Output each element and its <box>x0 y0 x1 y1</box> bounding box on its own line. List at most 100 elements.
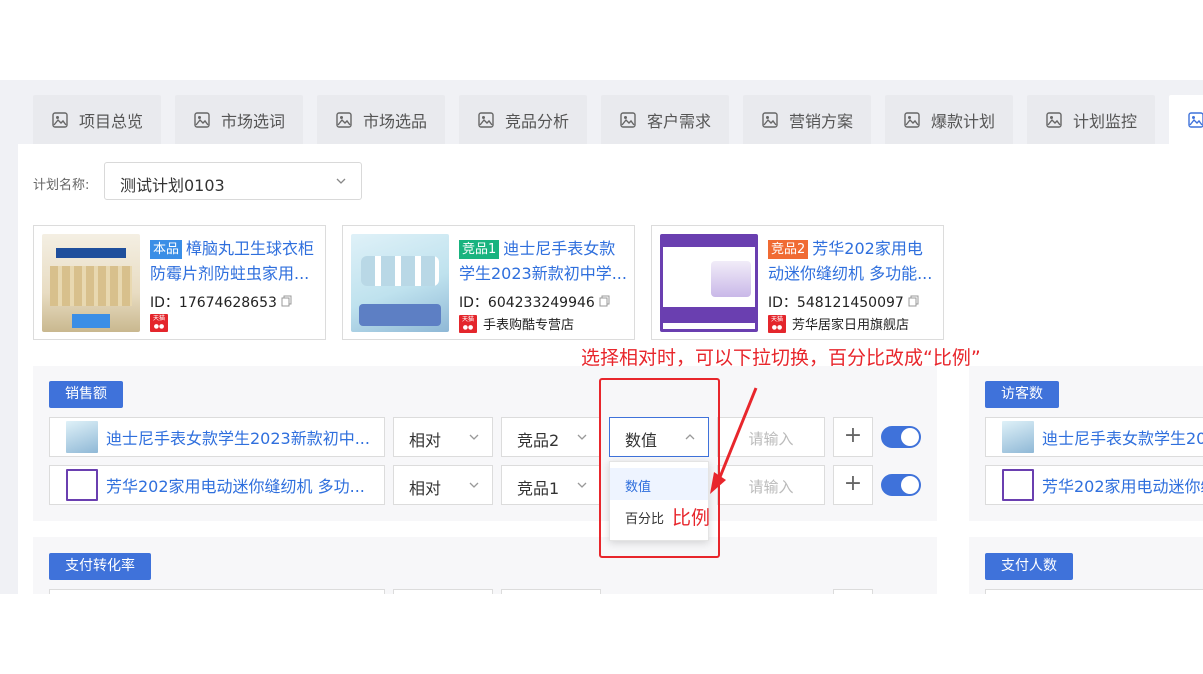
mode-select[interactable]: 相对 <box>393 465 493 505</box>
tab-label: 计划监控 <box>1073 112 1138 131</box>
mode-select-value: 相对 <box>409 479 442 498</box>
tab-label: 市场选品 <box>363 112 428 131</box>
product-image <box>660 234 758 332</box>
chevron-down-icon <box>577 434 587 440</box>
target-select[interactable]: 竞品2 <box>501 417 601 457</box>
product-image <box>351 234 449 332</box>
tab-marketing-plan[interactable]: 营销方案 <box>743 95 871 145</box>
product-image <box>42 234 140 332</box>
product-thumbnail <box>66 421 98 453</box>
product-id-text: ID：17674628653 <box>150 295 277 311</box>
mode-select[interactable]: 相对 <box>393 417 493 457</box>
tmall-icon: 天猫 ●● <box>459 314 477 333</box>
row-product-text: 芳华202家用电动迷你缝 <box>1042 477 1203 496</box>
product-card-competitor-1[interactable]: 竞品1 迪士尼手表女款学生2023新款初中学... ID：604233249946… <box>342 225 635 340</box>
product-title[interactable]: 竞品2 芳华202家用电动迷你缝纫机 多功能... <box>768 236 938 288</box>
tab-label: 市场选词 <box>221 112 286 131</box>
copy-icon[interactable] <box>281 295 292 307</box>
target-select-value: 竞品2 <box>517 431 560 450</box>
row-product-select[interactable] <box>49 589 385 594</box>
tmall-icon: 天猫 ●● <box>150 314 168 332</box>
tab-label: 爆款计划 <box>931 112 996 131</box>
image-icon <box>336 112 352 128</box>
annotation-ratio-label: 比例 <box>672 507 711 529</box>
plan-select-value: 测试计划0103 <box>120 176 225 195</box>
copy-icon[interactable] <box>599 295 610 307</box>
product-thumbnail <box>66 469 98 501</box>
product-store: 天猫 ●● <box>150 314 174 332</box>
row-product-text: 芳华202家用电动迷你缝纫机 多功... <box>106 477 365 496</box>
image-icon <box>194 112 210 128</box>
metric-payers-button[interactable]: 支付人数 <box>985 553 1073 580</box>
tab-label: 竞品分析 <box>505 112 570 131</box>
image-icon <box>1188 112 1203 128</box>
image-icon <box>1046 112 1062 128</box>
product-thumbnail <box>1002 469 1034 501</box>
image-icon <box>904 112 920 128</box>
enable-toggle[interactable] <box>881 426 921 448</box>
add-row-button[interactable]: + <box>833 417 873 457</box>
product-title[interactable]: 竞品1 迪士尼手表女款学生2023新款初中学... <box>459 236 629 288</box>
tab-label: 客户需求 <box>647 112 712 131</box>
store-name: 手表购酷专营店 <box>483 318 575 333</box>
product-store: 天猫 ●● 芳华居家日用旗舰店 <box>768 314 909 333</box>
row-product-select[interactable]: 芳华202家用电动迷你缝纫机 多功... <box>49 465 385 505</box>
product-id: ID：17674628653 <box>150 292 292 312</box>
annotation-text: 选择相对时，可以下拉切换，百分比改成“比例” <box>581 347 981 369</box>
product-title[interactable]: 本品 樟脑丸卫生球衣柜防霉片剂防蛀虫家用... <box>150 236 320 288</box>
product-store: 天猫 ●● 手表购酷专营店 <box>459 314 574 333</box>
target-select-value: 竞品1 <box>517 479 560 498</box>
chevron-down-icon <box>336 178 346 184</box>
row-product-text: 迪士尼手表女款学生2023新款初中... <box>106 429 370 448</box>
target-select[interactable] <box>501 589 601 594</box>
tab-label: 项目总览 <box>79 112 144 131</box>
row-product-select[interactable] <box>985 589 1203 594</box>
tab-competitor-analysis[interactable]: 竞品分析 <box>459 95 587 145</box>
tab-customer-needs[interactable]: 客户需求 <box>601 95 729 145</box>
tmall-icon: 天猫 ●● <box>768 314 786 333</box>
row-product-select[interactable]: 迪士尼手表女款学生2023新款初中... <box>49 417 385 457</box>
product-card-competitor-2[interactable]: 竞品2 芳华202家用电动迷你缝纫机 多功能... ID：548121450097… <box>651 225 944 340</box>
enable-toggle[interactable] <box>881 474 921 496</box>
mode-select[interactable] <box>393 589 493 594</box>
product-badge: 竞品1 <box>459 240 500 259</box>
store-name: 芳华居家日用旗舰店 <box>792 318 910 333</box>
tab-market-products[interactable]: 市场选品 <box>317 95 445 145</box>
target-select[interactable]: 竞品1 <box>501 465 601 505</box>
chevron-down-icon <box>469 434 479 440</box>
row-product-select[interactable]: 芳华202家用电动迷你缝 <box>985 465 1203 505</box>
tab-hit-product-plan[interactable]: 爆款计划 <box>885 95 1013 145</box>
copy-icon[interactable] <box>908 295 919 307</box>
chevron-down-icon <box>469 482 479 488</box>
image-icon <box>762 112 778 128</box>
product-thumbnail <box>1002 421 1034 453</box>
tab-plan-monitoring[interactable]: 计划监控 <box>1027 95 1155 145</box>
row-product-text: 迪士尼手表女款学生20 <box>1042 429 1203 448</box>
image-icon <box>620 112 636 128</box>
product-badge: 竞品2 <box>768 240 809 259</box>
metric-visitors-button[interactable]: 访客数 <box>985 381 1059 408</box>
metric-conversion-button[interactable]: 支付转化率 <box>49 553 151 580</box>
mode-select-value: 相对 <box>409 431 442 450</box>
product-id-text: ID：548121450097 <box>768 295 904 311</box>
add-row-button[interactable] <box>833 589 873 594</box>
plan-select[interactable]: 测试计划0103 <box>104 162 362 200</box>
product-badge: 本品 <box>150 240 183 259</box>
conversion-panel <box>33 537 937 594</box>
row-product-select[interactable]: 迪士尼手表女款学生20 <box>985 417 1203 457</box>
plan-name-label: 计划名称: <box>33 178 90 193</box>
product-id-text: ID：604233249946 <box>459 295 595 311</box>
tab-project-overview[interactable]: 项目总览 <box>33 95 161 145</box>
annotation-arrow-icon <box>710 387 758 494</box>
image-icon <box>52 112 68 128</box>
tab-bar: 项目总览 市场选词 市场选品 竞品分析 客户需求 营销方案 爆款计划 计划监控 <box>0 80 1203 145</box>
tab-label: 营销方案 <box>789 112 854 131</box>
product-card-own[interactable]: 本品 樟脑丸卫生球衣柜防霉片剂防蛀虫家用... ID：17674628653 天猫… <box>33 225 326 340</box>
chevron-down-icon <box>577 482 587 488</box>
product-id: ID：604233249946 <box>459 292 610 312</box>
tab-market-keywords[interactable]: 市场选词 <box>175 95 303 145</box>
tab-active-partial[interactable] <box>1169 95 1203 145</box>
add-row-button[interactable]: + <box>833 465 873 505</box>
metric-sales-button[interactable]: 销售额 <box>49 381 123 408</box>
image-icon <box>478 112 494 128</box>
